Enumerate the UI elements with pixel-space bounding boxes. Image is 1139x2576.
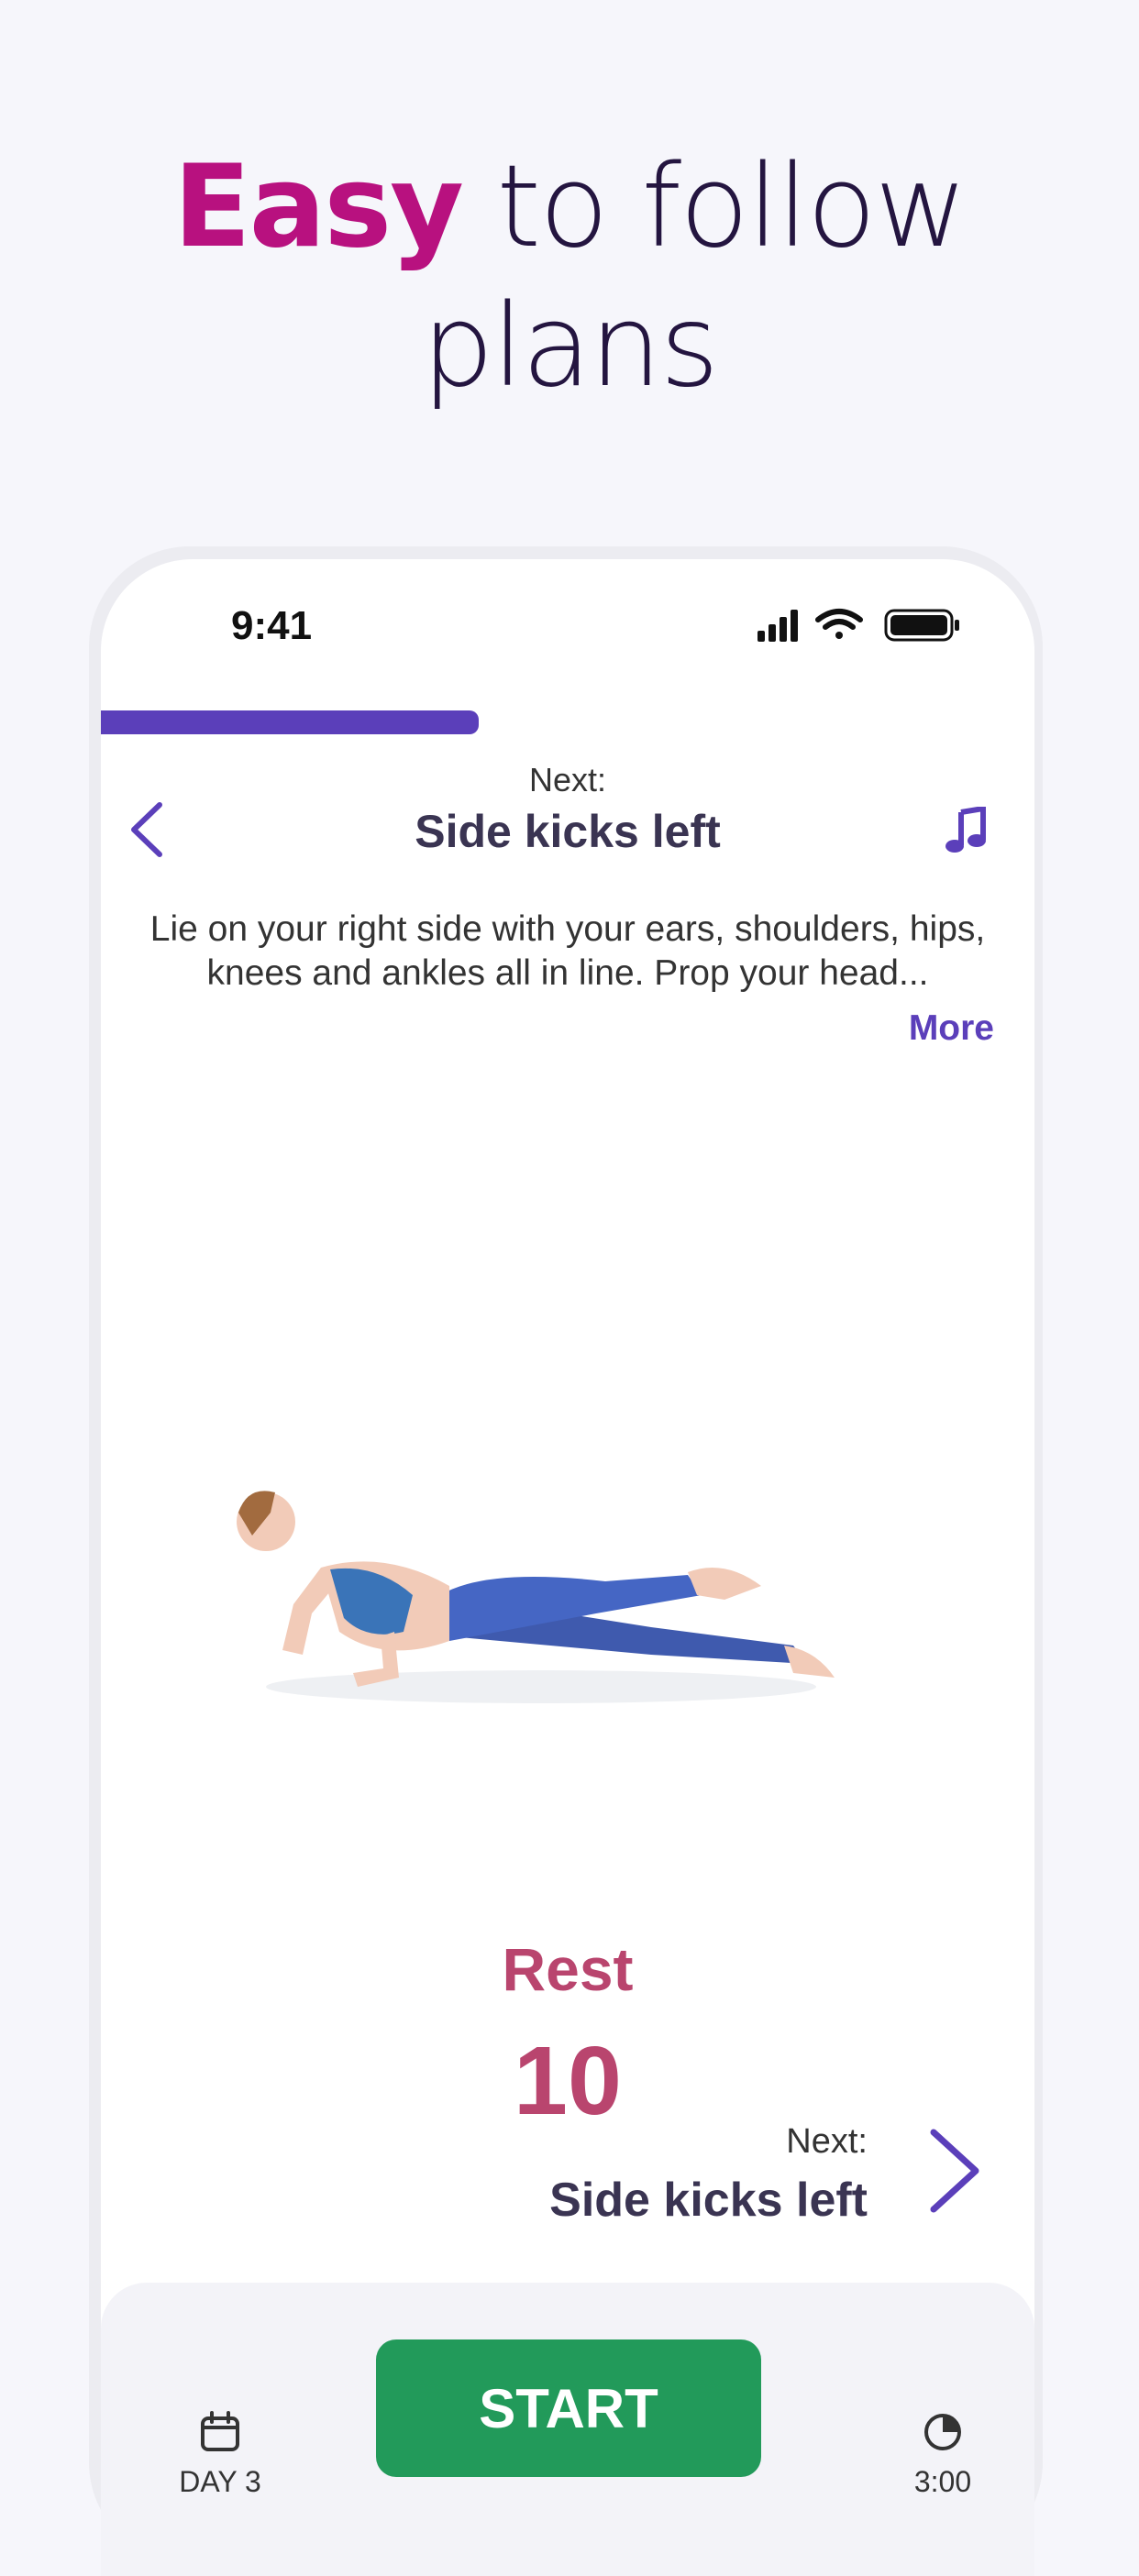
rest-countdown: 10 bbox=[514, 2027, 622, 2135]
headline-text: to follow bbox=[496, 141, 968, 273]
signal-icon bbox=[757, 610, 798, 642]
upcoming-label: Next: bbox=[786, 2122, 868, 2161]
wifi-icon bbox=[815, 609, 863, 639]
headline: Easy to follow plans bbox=[0, 138, 1139, 416]
day-indicator[interactable]: DAY 3 bbox=[156, 2411, 284, 2499]
status-time: 9:41 bbox=[231, 603, 313, 648]
calendar-icon bbox=[201, 2411, 239, 2451]
phone-screen: 9:41 Next: Side kicks left Lie on your r… bbox=[101, 559, 1034, 2576]
upcoming-title: Side kicks left bbox=[549, 2174, 868, 2227]
next-exercise-title: Side kicks left bbox=[415, 806, 721, 857]
timer-icon bbox=[924, 2414, 961, 2450]
workout-progress-bar bbox=[101, 710, 1034, 734]
next-exercise-label: Next: bbox=[528, 761, 607, 798]
rest-label: Rest bbox=[502, 1935, 634, 2003]
more-link[interactable]: More bbox=[909, 1008, 994, 1049]
next-chevron-icon[interactable] bbox=[923, 2125, 987, 2217]
workout-progress-fill bbox=[101, 710, 480, 734]
battery-icon bbox=[884, 609, 959, 642]
start-button[interactable]: START bbox=[376, 2339, 761, 2477]
duration-indicator[interactable]: 3:00 bbox=[879, 2411, 1007, 2499]
day-label: DAY 3 bbox=[179, 2465, 261, 2498]
duration-label: 3:00 bbox=[913, 2465, 972, 2498]
headline-line-2: plans bbox=[421, 281, 719, 413]
headline-line-1: Easy to follow bbox=[0, 138, 1139, 277]
headline-accent: Easy bbox=[172, 141, 464, 273]
exercise-description: Lie on your right side with your ears, s… bbox=[149, 909, 986, 993]
music-note-icon[interactable] bbox=[945, 807, 989, 854]
exercise-illustration bbox=[237, 1491, 835, 1703]
status-icons bbox=[757, 609, 959, 642]
